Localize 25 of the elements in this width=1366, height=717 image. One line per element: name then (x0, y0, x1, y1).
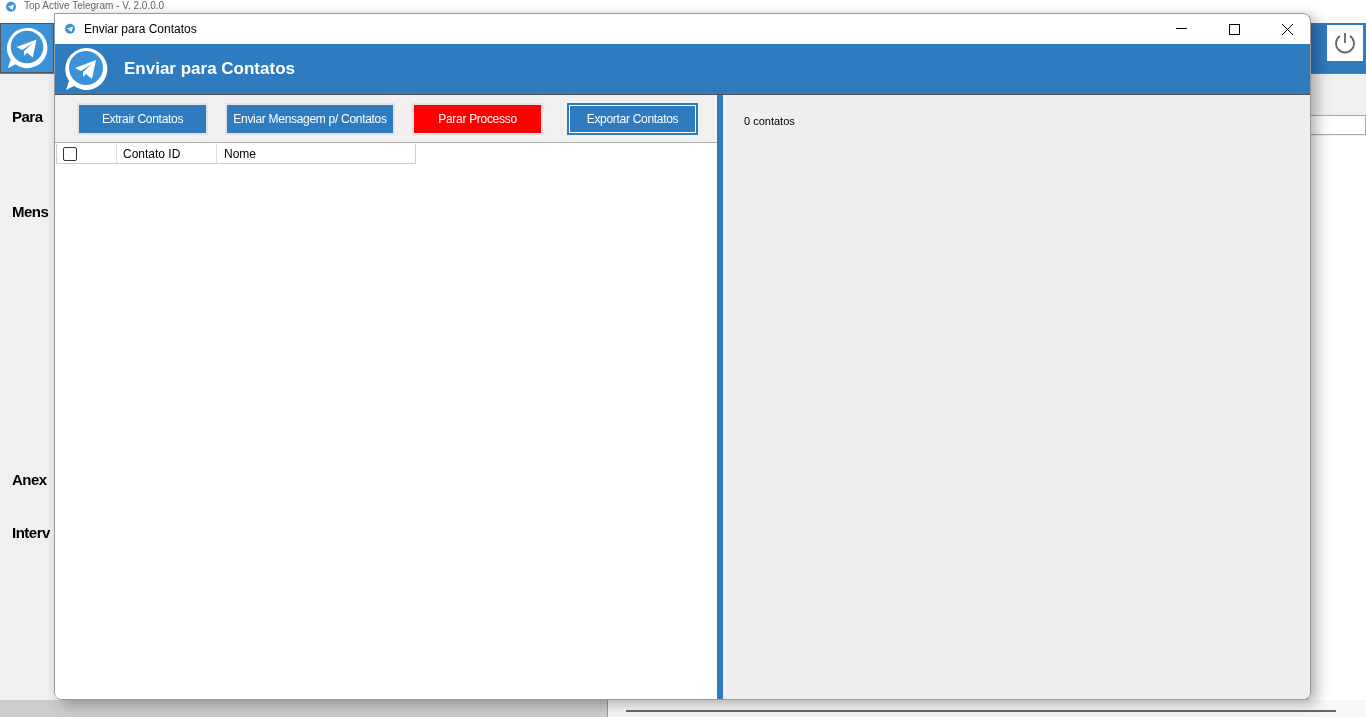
close-icon (1281, 23, 1293, 35)
window-title: Top Active Telegram - V. 2.0.0.0 (24, 0, 165, 12)
window-title: Enviar para Contatos (84, 22, 198, 36)
telegram-logo-icon (63, 22, 77, 36)
power-button[interactable] (1327, 25, 1363, 61)
action-button[interactable]: Parar Processo (414, 104, 541, 133)
action-button[interactable]: Extrair Contatos (79, 104, 206, 133)
text-area[interactable] (1307, 136, 1366, 700)
contact-count: 0 contatos (744, 115, 795, 127)
action-button[interactable]: Enviar Mensagem p/ Contatos (227, 104, 394, 133)
telegram-logo-icon (4, 25, 50, 71)
field-label: Mens (12, 203, 49, 220)
column-header[interactable]: Nome (217, 144, 415, 163)
select-all-checkbox[interactable] (63, 146, 77, 161)
minimize-icon (1175, 28, 1187, 30)
power-icon (1333, 31, 1357, 55)
telegram-logo-icon (62, 45, 110, 93)
column-header[interactable]: Contato ID (117, 144, 217, 163)
field-label: Anex (12, 471, 47, 488)
header-title: Enviar para Contatos (124, 59, 295, 79)
text-field[interactable] (1308, 115, 1366, 135)
maximize-icon (1228, 23, 1240, 35)
field-label: Interv (12, 524, 50, 541)
field-label: Para (12, 108, 43, 125)
action-button[interactable]: Exportar Contatos (569, 104, 696, 133)
